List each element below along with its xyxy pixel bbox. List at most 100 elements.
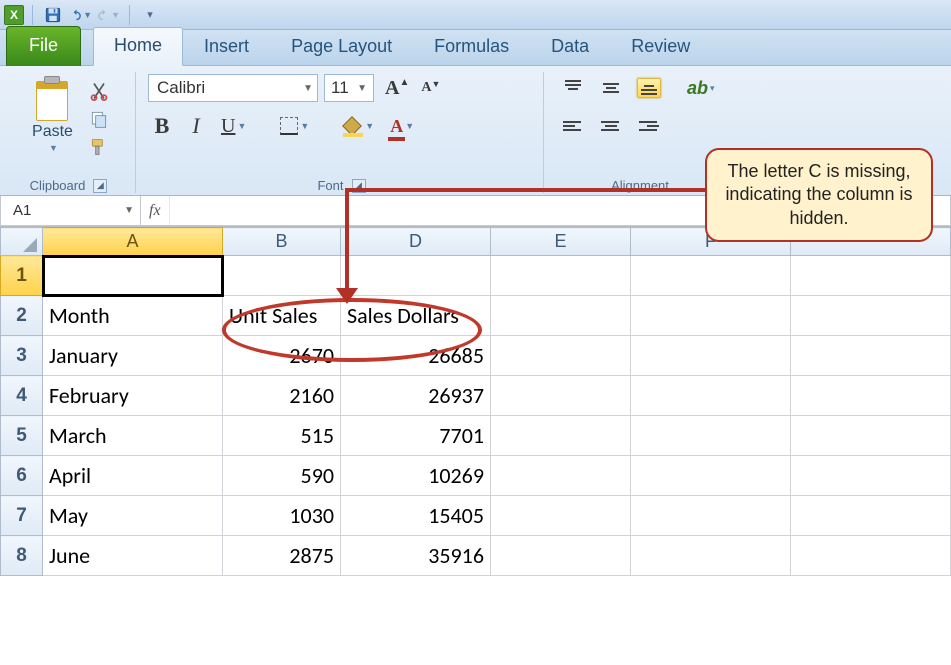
select-all-button[interactable] [1,228,43,256]
column-header-B[interactable]: B [223,228,341,256]
tab-review[interactable]: Review [610,28,711,66]
row-header[interactable]: 2 [1,296,43,336]
italic-button[interactable]: I [182,112,210,140]
tab-insert[interactable]: Insert [183,28,270,66]
decrease-font-size-button[interactable]: A▼ [416,74,445,102]
cell[interactable]: 26685 [341,336,491,376]
row-header[interactable]: 3 [1,336,43,376]
tab-data[interactable]: Data [530,28,610,66]
font-name-select[interactable]: Calibri ▼ [148,74,318,102]
tab-file[interactable]: File [6,26,81,66]
cell[interactable] [791,256,951,296]
cell[interactable]: February [43,376,223,416]
format-painter-button[interactable] [86,136,112,158]
cell[interactable]: 15405 [341,496,491,536]
cell[interactable] [791,336,951,376]
orientation-button[interactable]: ab▾ [682,74,720,102]
underline-button[interactable]: U▼ [216,112,251,140]
cell[interactable] [491,496,631,536]
cell[interactable]: 35916 [341,536,491,576]
cell-A1[interactable] [43,256,223,296]
cell[interactable] [341,256,491,296]
redo-button[interactable]: ▼ [97,4,121,26]
cell[interactable]: 10269 [341,456,491,496]
bottom-align-button[interactable] [632,74,666,102]
align-left-button[interactable] [556,112,590,140]
cell[interactable] [631,256,791,296]
cell[interactable] [791,416,951,456]
middle-align-button[interactable] [594,74,628,102]
row-header[interactable]: 4 [1,376,43,416]
worksheet-grid[interactable]: A B D E F 1 2 Month Unit Sales Sales Dol… [0,226,951,576]
cell[interactable]: 26937 [341,376,491,416]
cell[interactable] [491,456,631,496]
name-box[interactable]: A1 ▼ [1,196,141,225]
cell[interactable]: Sales Dollars [341,296,491,336]
customize-qat-button[interactable]: ▾ [138,4,162,26]
row-header[interactable]: 7 [1,496,43,536]
align-center-button[interactable] [594,112,628,140]
bold-button[interactable]: B [148,112,176,140]
top-align-button[interactable] [556,74,590,102]
borders-button[interactable]: ▼ [275,112,314,140]
cell[interactable]: April [43,456,223,496]
cell[interactable] [791,496,951,536]
row-header[interactable]: 8 [1,536,43,576]
cell[interactable] [491,256,631,296]
align-right-button[interactable] [632,112,666,140]
increase-font-size-button[interactable]: A▲ [380,74,414,102]
save-button[interactable] [41,4,65,26]
cell[interactable] [223,256,341,296]
cell[interactable] [791,296,951,336]
cell[interactable]: 2875 [223,536,341,576]
cell[interactable] [791,456,951,496]
cell[interactable] [791,376,951,416]
cell[interactable]: Unit Sales [223,296,341,336]
tab-formulas[interactable]: Formulas [413,28,530,66]
clipboard-dialog-launcher[interactable]: ◢ [93,179,107,193]
cell[interactable]: January [43,336,223,376]
cell[interactable] [491,536,631,576]
column-header-E[interactable]: E [491,228,631,256]
cell[interactable]: 1030 [223,496,341,536]
cell[interactable] [631,296,791,336]
fill-color-button[interactable]: ▼ [338,112,379,140]
cell[interactable] [631,416,791,456]
cell[interactable] [631,536,791,576]
column-header-A[interactable]: A [43,228,223,256]
cell[interactable]: March [43,416,223,456]
column-header-D[interactable]: D [341,228,491,256]
cell[interactable]: 7701 [341,416,491,456]
cell[interactable]: 2160 [223,376,341,416]
cell[interactable]: 515 [223,416,341,456]
cell[interactable] [491,336,631,376]
tab-home[interactable]: Home [93,27,183,66]
row-header[interactable]: 5 [1,416,43,456]
cell[interactable]: June [43,536,223,576]
cell[interactable] [791,536,951,576]
undo-dropdown-caret[interactable]: ▼ [83,10,92,20]
paste-dropdown-caret[interactable]: ▼ [49,143,58,153]
cell[interactable] [491,416,631,456]
undo-button[interactable]: ▼ [69,4,93,26]
cell[interactable] [491,376,631,416]
paste-button[interactable]: Paste ▼ [25,74,80,156]
cell[interactable] [631,496,791,536]
cell[interactable] [631,336,791,376]
cell[interactable] [631,456,791,496]
font-color-button[interactable]: A▼ [385,112,419,140]
cell[interactable] [491,296,631,336]
cell[interactable] [631,376,791,416]
row-header[interactable]: 6 [1,456,43,496]
redo-dropdown-caret[interactable]: ▼ [111,10,120,20]
font-size-select[interactable]: 11 ▼ [324,74,374,102]
insert-function-button[interactable]: fx [141,196,170,225]
tab-page-layout[interactable]: Page Layout [270,28,413,66]
copy-button[interactable] [86,108,112,130]
cell[interactable]: Month [43,296,223,336]
row-header[interactable]: 1 [1,256,43,296]
cut-button[interactable] [86,80,112,102]
cell[interactable]: 2670 [223,336,341,376]
cell[interactable]: 590 [223,456,341,496]
cell[interactable]: May [43,496,223,536]
